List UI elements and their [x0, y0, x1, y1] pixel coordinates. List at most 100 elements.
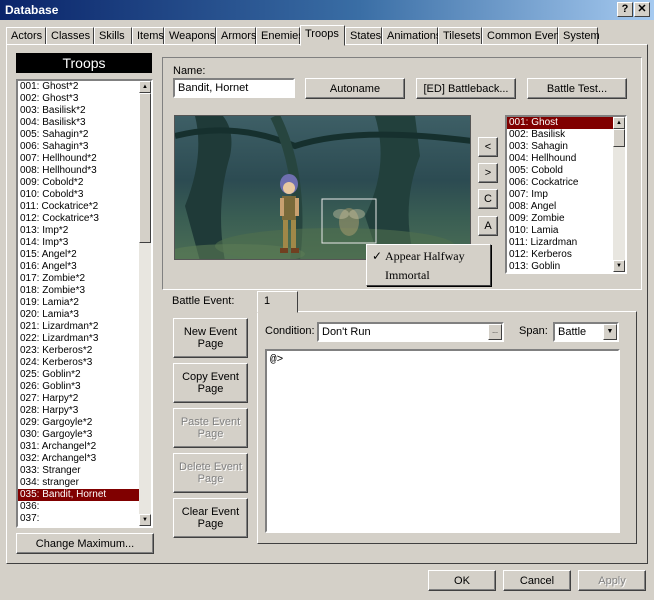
- list-item[interactable]: 006: Sahagin*3: [18, 141, 139, 153]
- list-item[interactable]: 007: Hellhound*2: [18, 153, 139, 165]
- list-item[interactable]: 009: Cobold*2: [18, 177, 139, 189]
- copy-event-page-button[interactable]: Copy Event Page: [173, 363, 248, 403]
- clear-event-page-button[interactable]: Clear Event Page: [173, 498, 248, 538]
- list-item[interactable]: 018: Zombie*3: [18, 285, 139, 297]
- scroll-down-arrow-icon[interactable]: ▼: [613, 260, 625, 272]
- list-item[interactable]: 010: Cobold*3: [18, 189, 139, 201]
- tab-common-events[interactable]: Common Events: [482, 27, 568, 45]
- list-item[interactable]: 033: Stranger: [18, 465, 139, 477]
- ok-button[interactable]: OK: [428, 570, 496, 591]
- event-commands-list[interactable]: @>: [265, 349, 620, 533]
- list-item[interactable]: 017: Zombie*2: [18, 273, 139, 285]
- condition-browse-button[interactable]: ...: [488, 324, 502, 340]
- new-event-page-button[interactable]: New Event Page: [173, 318, 248, 358]
- list-item[interactable]: 015: Angel*2: [18, 249, 139, 261]
- condition-field[interactable]: Don't Run ...: [317, 322, 504, 342]
- list-item[interactable]: 035: Bandit, Hornet: [18, 489, 139, 501]
- list-item[interactable]: 019: Lamia*2: [18, 297, 139, 309]
- battle-preview[interactable]: [174, 115, 471, 260]
- list-item[interactable]: 022: Lizardman*3: [18, 333, 139, 345]
- list-item[interactable]: 001: Ghost*2: [18, 81, 139, 93]
- list-item[interactable]: 028: Harpy*3: [18, 405, 139, 417]
- add-enemy-button[interactable]: <: [478, 137, 498, 157]
- list-item[interactable]: 034: stranger: [18, 477, 139, 489]
- list-item[interactable]: 029: Gargoyle*2: [18, 417, 139, 429]
- list-item[interactable]: 007: Imp: [507, 189, 613, 201]
- list-item[interactable]: 002: Basilisk: [507, 129, 613, 141]
- tab-troops[interactable]: Troops: [300, 25, 345, 46]
- delete-event-page-button[interactable]: Delete Event Page: [173, 453, 248, 493]
- tab-weapons[interactable]: Weapons: [164, 27, 216, 45]
- tab-armors[interactable]: Armors: [216, 27, 256, 45]
- list-item[interactable]: 037:: [18, 513, 139, 525]
- tab-states[interactable]: States: [345, 27, 382, 45]
- enemy-list-scrollbar[interactable]: ▲ ▼: [613, 117, 625, 272]
- scroll-thumb[interactable]: [613, 129, 625, 147]
- list-item[interactable]: 021: Lizardman*2: [18, 321, 139, 333]
- list-item[interactable]: 032: Archangel*3: [18, 453, 139, 465]
- list-item[interactable]: 023: Kerberos*2: [18, 345, 139, 357]
- menu-item-appear-halfway[interactable]: ✓ Appear Halfway: [367, 247, 490, 266]
- list-item[interactable]: 030: Gargoyle*3: [18, 429, 139, 441]
- list-item[interactable]: 005: Sahagin*2: [18, 129, 139, 141]
- list-item[interactable]: 012: Cockatrice*3: [18, 213, 139, 225]
- help-button[interactable]: ?: [617, 2, 633, 17]
- tab-items[interactable]: Items: [132, 27, 164, 45]
- list-item[interactable]: 006: Cockatrice: [507, 177, 613, 189]
- tab-tilesets[interactable]: Tilesets: [438, 27, 482, 45]
- chevron-down-icon[interactable]: ▼: [603, 324, 617, 340]
- list-item[interactable]: 010: Lamia: [507, 225, 613, 237]
- list-item[interactable]: 008: Hellhound*3: [18, 165, 139, 177]
- list-item[interactable]: 026: Goblin*3: [18, 381, 139, 393]
- scroll-down-arrow-icon[interactable]: ▼: [139, 514, 151, 526]
- autoname-button[interactable]: Autoname: [305, 78, 405, 99]
- list-item[interactable]: 013: Goblin: [507, 261, 613, 273]
- list-item[interactable]: 025: Goblin*2: [18, 369, 139, 381]
- close-button[interactable]: ✕: [634, 2, 650, 17]
- tab-classes[interactable]: Classes: [46, 27, 94, 45]
- list-item[interactable]: 004: Hellhound: [507, 153, 613, 165]
- paste-event-page-button[interactable]: Paste Event Page: [173, 408, 248, 448]
- scroll-up-arrow-icon[interactable]: ▲: [139, 81, 151, 93]
- list-item[interactable]: 002: Ghost*3: [18, 93, 139, 105]
- tab-animations[interactable]: Animations: [382, 27, 441, 45]
- arrange-enemies-button[interactable]: A: [478, 216, 498, 236]
- remove-enemy-button[interactable]: >: [478, 163, 498, 183]
- list-item[interactable]: 005: Cobold: [507, 165, 613, 177]
- battle-test-button[interactable]: Battle Test...: [527, 78, 627, 99]
- list-item[interactable]: 016: Angel*3: [18, 261, 139, 273]
- scroll-thumb[interactable]: [139, 93, 151, 243]
- menu-item-immortal[interactable]: Immortal: [367, 266, 490, 285]
- list-item[interactable]: 012: Kerberos: [507, 249, 613, 261]
- troop-list[interactable]: 001: Ghost*2 002: Ghost*3 003: Basilisk*2 0…: [16, 79, 153, 528]
- clear-enemies-button[interactable]: C: [478, 189, 498, 209]
- name-field[interactable]: Bandit, Hornet: [173, 78, 295, 98]
- list-item[interactable]: 014: Imp*3: [18, 237, 139, 249]
- list-item[interactable]: 036:: [18, 501, 139, 513]
- list-item[interactable]: 011: Cockatrice*2: [18, 201, 139, 213]
- tab-enemies[interactable]: Enemies: [256, 27, 304, 45]
- list-item[interactable]: 003: Basilisk*2: [18, 105, 139, 117]
- tab-system[interactable]: System: [558, 27, 600, 45]
- list-item[interactable]: 027: Harpy*2: [18, 393, 139, 405]
- apply-button[interactable]: Apply: [578, 570, 646, 591]
- tab-skills[interactable]: Skills: [94, 27, 132, 45]
- enemy-list[interactable]: 001: Ghost 002: Basilisk 003: Sahagin 004: …: [505, 115, 627, 274]
- scroll-up-arrow-icon[interactable]: ▲: [613, 117, 625, 129]
- list-item[interactable]: 009: Zombie: [507, 213, 613, 225]
- tab-actors[interactable]: Actors: [6, 27, 46, 45]
- event-page-tab-1[interactable]: 1: [257, 291, 298, 313]
- enemy-selection-box[interactable]: [321, 198, 377, 244]
- list-item[interactable]: 003: Sahagin: [507, 141, 613, 153]
- cancel-button[interactable]: Cancel: [503, 570, 571, 591]
- list-item[interactable]: 008: Angel: [507, 201, 613, 213]
- list-item[interactable]: 024: Kerberos*3: [18, 357, 139, 369]
- change-maximum-button[interactable]: Change Maximum...: [16, 533, 154, 554]
- list-item[interactable]: 004: Basilisk*3: [18, 117, 139, 129]
- list-item[interactable]: 013: Imp*2: [18, 225, 139, 237]
- list-item[interactable]: 031: Archangel*2: [18, 441, 139, 453]
- list-item[interactable]: 001: Ghost: [507, 117, 613, 129]
- event-command-line[interactable]: @>: [270, 354, 615, 366]
- battleback-button[interactable]: [ED] Battleback...: [416, 78, 516, 99]
- list-item[interactable]: 011: Lizardman: [507, 237, 613, 249]
